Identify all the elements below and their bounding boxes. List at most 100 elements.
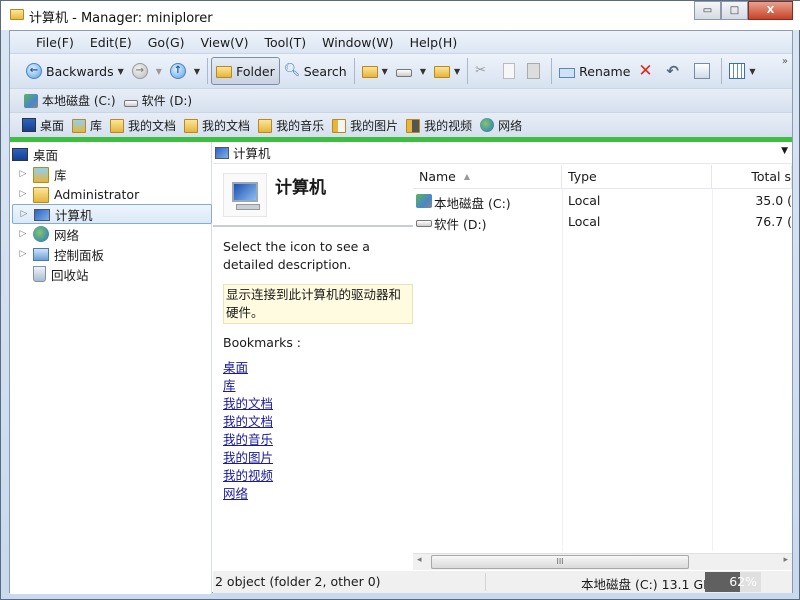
pictures-icon: [332, 119, 347, 133]
bookmark-link[interactable]: 桌面: [223, 359, 273, 377]
row-name: 软件 (D:): [434, 217, 487, 232]
search-button[interactable]: 🔍︎ Search: [280, 57, 351, 85]
tree-item-label: Administrator: [54, 186, 140, 202]
column-header-type[interactable]: Type: [562, 165, 712, 189]
search-label: Search: [303, 63, 347, 79]
favorite-documents[interactable]: 我的文档: [110, 117, 176, 134]
bookmark-link[interactable]: 网络: [223, 485, 273, 503]
menu-view[interactable]: View(V): [193, 35, 257, 50]
move-dropdown-icon[interactable]: ▼: [382, 67, 388, 76]
favorite-library[interactable]: 库: [72, 117, 102, 134]
sort-ascending-icon: ▲: [463, 172, 471, 181]
cut-button[interactable]: ✂: [471, 57, 499, 85]
menu-help[interactable]: Help(H): [402, 35, 466, 50]
bookmark-link[interactable]: 我的音乐: [223, 431, 273, 449]
tree-item-label: 回收站: [51, 267, 89, 283]
column-header-total[interactable]: Total s: [712, 165, 792, 189]
disk-usage-label: 62%: [729, 574, 757, 589]
properties-button[interactable]: [690, 57, 718, 85]
drive-icon: [395, 69, 412, 77]
horizontal-scrollbar[interactable]: ◂ III ▸: [413, 553, 792, 570]
back-dropdown-icon[interactable]: ▼: [118, 67, 124, 76]
favorite-network[interactable]: 网络: [480, 117, 522, 134]
view-mode-button[interactable]: ▼: [725, 57, 759, 85]
user-folder-icon: [33, 187, 49, 203]
rename-button[interactable]: Rename: [555, 57, 634, 85]
tree-item-recycle-bin[interactable]: 回收站: [33, 264, 233, 284]
file-list: Name ▲ Type Total s 本地磁盘 (C:) Local 35.0…: [413, 165, 792, 551]
scrollbar-thumb[interactable]: III: [431, 555, 689, 569]
column-header-name[interactable]: Name ▲: [413, 165, 562, 189]
expand-arrow-icon[interactable]: ▷: [18, 229, 28, 239]
status-divider: [485, 573, 486, 591]
library-icon: [72, 119, 87, 133]
list-row[interactable]: 本地磁盘 (C:) Local 35.0 (: [413, 191, 792, 212]
toolbar-overflow-icon[interactable]: »: [782, 56, 788, 67]
favorite-desktop[interactable]: 桌面: [22, 117, 64, 134]
address-dropdown-icon[interactable]: ▼: [781, 146, 788, 156]
menu-edit[interactable]: Edit(E): [82, 35, 140, 50]
expand-arrow-icon[interactable]: ▷: [19, 209, 29, 219]
undo-button[interactable]: ↶: [662, 57, 690, 85]
tree-item-administrator[interactable]: ▷ Administrator: [18, 184, 218, 204]
drive-item-d[interactable]: 软件 (D:): [123, 92, 192, 109]
close-button[interactable]: X: [748, 1, 793, 20]
expand-arrow-icon[interactable]: ▷: [18, 249, 28, 259]
favorite-documents-2[interactable]: 我的文档: [184, 117, 250, 134]
toolbar-separator: [551, 58, 553, 84]
archive-button[interactable]: ▼: [430, 57, 464, 85]
menu-file[interactable]: File(F): [28, 35, 82, 50]
drive-dropdown-icon[interactable]: ▼: [420, 67, 426, 76]
archive-dropdown-icon[interactable]: ▼: [454, 67, 460, 76]
favorite-videos[interactable]: 我的视频: [406, 117, 472, 134]
scissors-icon: ✂: [475, 63, 487, 78]
back-button[interactable]: ← Backwards ▼: [22, 57, 128, 85]
menu-window[interactable]: Window(W): [314, 35, 401, 50]
tree-item-label: 库: [54, 167, 67, 183]
up-button[interactable]: ↑ ▼: [166, 57, 204, 85]
scroll-right-icon[interactable]: ▸: [783, 555, 788, 565]
bookmark-link[interactable]: 我的文档: [223, 413, 273, 431]
folder-button[interactable]: Folder: [211, 57, 280, 85]
copy-button[interactable]: [499, 57, 523, 85]
drive-button[interactable]: ▼: [392, 57, 430, 85]
bookmark-link[interactable]: 我的文档: [223, 395, 273, 413]
bookmark-link[interactable]: 库: [223, 377, 273, 395]
control-panel-icon: [33, 247, 49, 261]
favorite-label: 桌面: [40, 118, 65, 133]
tree-item-library[interactable]: ▷ 库: [18, 164, 218, 184]
forward-arrow-icon: →: [131, 63, 148, 79]
favorite-music[interactable]: 我的音乐: [258, 117, 324, 134]
forward-button[interactable]: → ▼: [128, 57, 166, 85]
tree-item-control-panel[interactable]: ▷ 控制面板: [18, 244, 218, 264]
maximize-button[interactable]: □: [721, 1, 748, 20]
delete-button[interactable]: ✕: [634, 57, 662, 85]
drive-icon: [416, 220, 432, 227]
tree-item-network[interactable]: ▷ 网络: [18, 224, 218, 244]
tree-item-desktop[interactable]: 桌面: [12, 144, 212, 164]
menu-go[interactable]: Go(G): [140, 35, 193, 50]
details-description: 显示连接到此计算机的驱动器和硬件。: [223, 284, 413, 324]
details-header: 计算机: [213, 165, 413, 227]
row-type: Local: [568, 214, 601, 229]
tree-item-computer[interactable]: ▷ 计算机: [12, 204, 212, 224]
minimize-button[interactable]: ▭: [694, 1, 721, 20]
computer-icon: [215, 146, 229, 159]
copy-icon: [503, 63, 516, 79]
scroll-left-icon[interactable]: ◂: [417, 555, 422, 565]
expand-arrow-icon[interactable]: ▷: [18, 169, 28, 179]
expand-arrow-icon[interactable]: ▷: [18, 189, 28, 199]
drive-item-c[interactable]: 本地磁盘 (C:): [24, 92, 116, 109]
desktop-icon: [12, 147, 28, 161]
up-dropdown-icon[interactable]: ▼: [194, 67, 200, 76]
address-bar[interactable]: 计算机 ▼: [213, 142, 792, 164]
view-dropdown-icon[interactable]: ▼: [749, 67, 755, 76]
paste-button[interactable]: [523, 57, 548, 85]
list-row[interactable]: 软件 (D:) Local 76.7 (: [413, 212, 792, 233]
forward-dropdown-icon[interactable]: ▼: [156, 67, 162, 76]
menu-tool[interactable]: Tool(T): [256, 35, 314, 50]
bookmark-link[interactable]: 我的视频: [223, 467, 273, 485]
bookmark-link[interactable]: 我的图片: [223, 449, 273, 467]
move-to-button[interactable]: ▼: [358, 57, 392, 85]
favorite-pictures[interactable]: 我的图片: [332, 117, 398, 134]
